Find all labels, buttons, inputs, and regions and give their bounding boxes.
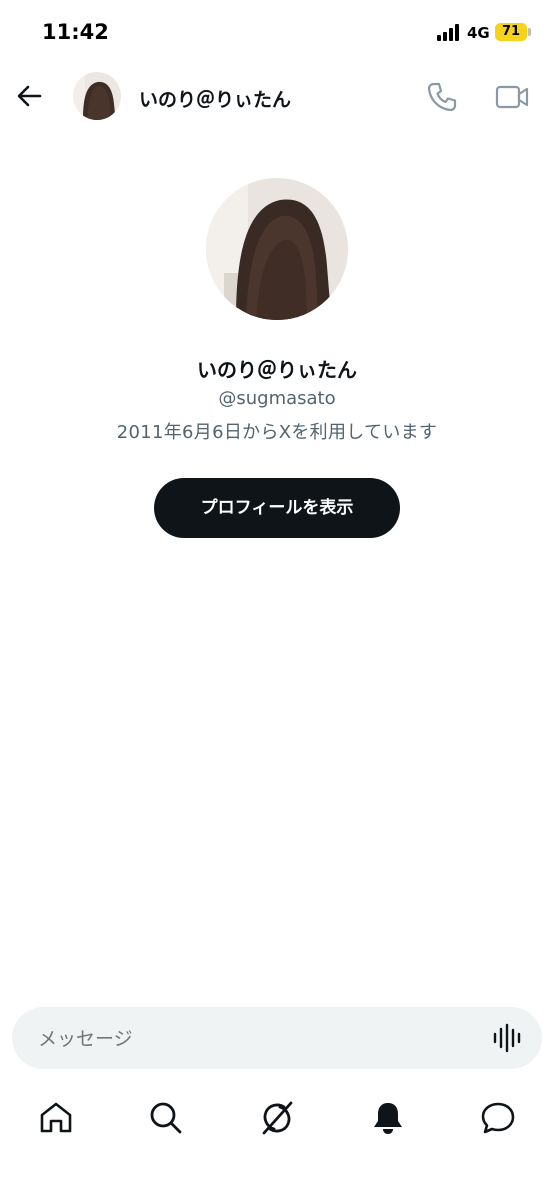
avatar-photo <box>73 72 121 120</box>
video-camera-icon <box>495 85 529 109</box>
network-type: 4G <box>467 24 490 42</box>
profile-display-name: いのり＠りぃたん <box>197 358 357 382</box>
header-display-name: いのり＠りぃたん <box>139 89 292 111</box>
search-icon <box>150 1102 182 1134</box>
view-profile-button[interactable]: プロフィールを表示 <box>154 478 400 538</box>
profile-handle: @sugmasato <box>218 388 336 409</box>
grok-icon <box>262 1101 293 1135</box>
call-button[interactable] <box>425 80 459 114</box>
battery-level: 71 <box>501 24 521 39</box>
header-avatar[interactable] <box>73 72 121 120</box>
bottom-navigation <box>0 1088 554 1148</box>
conversation-header: いのり＠りぃたん <box>0 66 554 128</box>
voice-message-button[interactable] <box>492 1023 524 1053</box>
message-input[interactable] <box>36 1007 480 1071</box>
battery-tip <box>528 28 531 36</box>
video-call-button[interactable] <box>494 80 530 114</box>
bell-icon <box>374 1103 402 1134</box>
messages-icon <box>481 1102 515 1134</box>
profile-joined-date: 2011年6月6日からXを利用しています <box>116 422 438 443</box>
arrow-left-icon <box>17 85 42 107</box>
nav-search[interactable] <box>146 1098 186 1138</box>
nav-home[interactable] <box>36 1098 76 1138</box>
nav-notifications[interactable] <box>368 1098 408 1138</box>
battery-icon: 71 <box>495 23 527 41</box>
signal-strength-icon <box>437 24 463 41</box>
voice-waveform-icon <box>493 1023 521 1053</box>
profile-avatar[interactable] <box>206 178 348 320</box>
message-composer <box>12 1007 542 1071</box>
nav-messages[interactable] <box>478 1098 518 1138</box>
status-time: 11:42 <box>42 20 109 44</box>
back-button[interactable] <box>12 78 48 114</box>
home-icon <box>40 1102 72 1133</box>
avatar-photo <box>206 178 348 320</box>
nav-grok[interactable] <box>257 1098 297 1138</box>
status-bar: 11:42 4G 71 <box>0 0 554 66</box>
phone-icon <box>427 82 457 112</box>
